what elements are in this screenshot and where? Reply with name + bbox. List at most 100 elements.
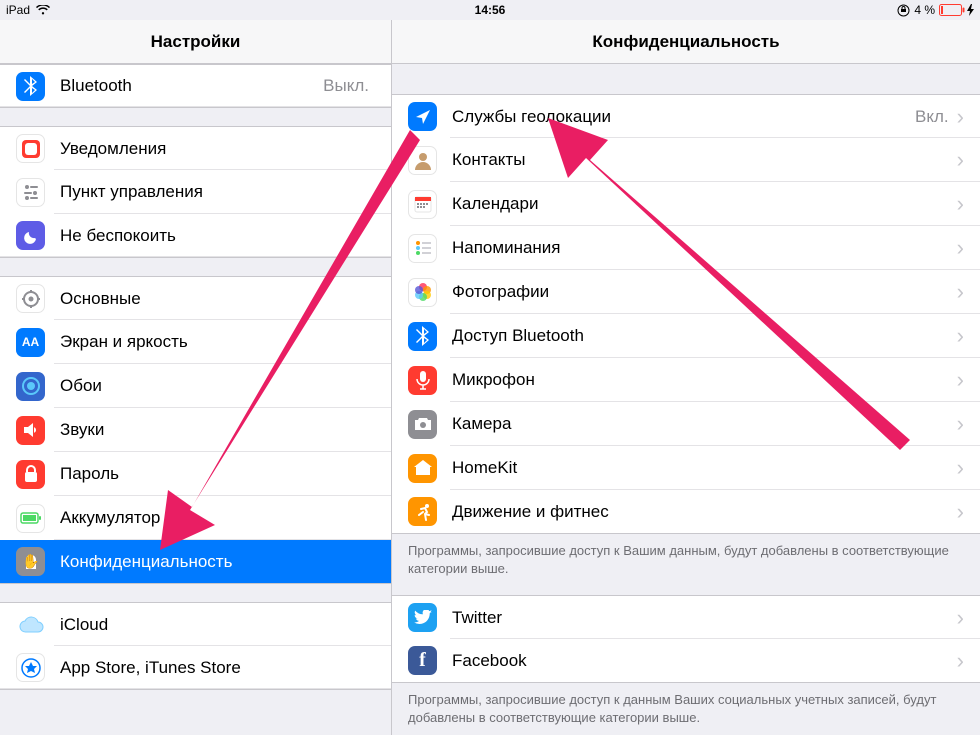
- sidebar-item-sounds[interactable]: Звуки: [0, 408, 391, 452]
- passcode-icon: [16, 460, 45, 489]
- sidebar-item-control-center[interactable]: Пункт управления: [0, 170, 391, 214]
- sidebar-item-appstore[interactable]: App Store, iTunes Store: [0, 646, 391, 690]
- row-value: Вкл.: [915, 107, 949, 127]
- row-label: Не беспокоить: [60, 226, 375, 246]
- settings-sidebar: Настройки Bluetooth Выкл. Уведомления Пу…: [0, 20, 392, 735]
- sidebar-item-icloud[interactable]: iCloud: [0, 602, 391, 646]
- detail-item-camera[interactable]: Камера ›: [392, 402, 980, 446]
- battery-icon: [16, 504, 45, 533]
- camera-icon: [408, 410, 437, 439]
- chevron-right-icon: ›: [957, 325, 964, 347]
- sidebar-item-display[interactable]: AA Экран и яркость: [0, 320, 391, 364]
- chevron-right-icon: ›: [957, 369, 964, 391]
- detail-item-calendars[interactable]: Календари ›: [392, 182, 980, 226]
- chevron-right-icon: ›: [957, 106, 964, 128]
- group-footer: Программы, запросившие доступ к Вашим да…: [392, 534, 980, 577]
- sidebar-item-privacy[interactable]: ✋ Конфиденциальность: [0, 540, 391, 584]
- chevron-right-icon: ›: [957, 193, 964, 215]
- chevron-right-icon: ›: [957, 457, 964, 479]
- sidebar-item-wallpaper[interactable]: Обои: [0, 364, 391, 408]
- detail-title: Конфиденциальность: [592, 32, 779, 52]
- row-label: Twitter: [452, 608, 957, 628]
- detail-nav: Конфиденциальность: [392, 20, 980, 64]
- chevron-right-icon: ›: [957, 607, 964, 629]
- chevron-right-icon: ›: [957, 501, 964, 523]
- sidebar-item-passcode[interactable]: Пароль: [0, 452, 391, 496]
- row-label: Движение и фитнес: [452, 502, 957, 522]
- detail-item-homekit[interactable]: HomeKit ›: [392, 446, 980, 490]
- twitter-icon: [408, 603, 437, 632]
- row-label: Микрофон: [452, 370, 957, 390]
- sidebar-item-battery[interactable]: Аккумулятор: [0, 496, 391, 540]
- facebook-icon: f: [408, 646, 437, 675]
- sidebar-item-dnd[interactable]: Не беспокоить: [0, 214, 391, 258]
- row-label: HomeKit: [452, 458, 957, 478]
- row-label: Пароль: [60, 464, 375, 484]
- sidebar-item-notifications[interactable]: Уведомления: [0, 126, 391, 170]
- row-label: Звуки: [60, 420, 375, 440]
- row-label: Камера: [452, 414, 957, 434]
- svg-text:✋: ✋: [22, 553, 39, 569]
- reminders-icon: [408, 234, 437, 263]
- row-label: iCloud: [60, 615, 375, 635]
- detail-item-photos[interactable]: Фотографии ›: [392, 270, 980, 314]
- location-icon: [408, 102, 437, 131]
- motion-icon: [408, 497, 437, 526]
- detail-item-facebook[interactable]: f Facebook ›: [392, 639, 980, 683]
- row-label: Аккумулятор: [60, 508, 375, 528]
- row-label: Экран и яркость: [60, 332, 375, 352]
- sidebar-title: Настройки: [151, 32, 241, 52]
- detail-item-bt-sharing[interactable]: Доступ Bluetooth ›: [392, 314, 980, 358]
- wifi-icon: [36, 5, 50, 15]
- detail-item-reminders[interactable]: Напоминания ›: [392, 226, 980, 270]
- chevron-right-icon: ›: [957, 281, 964, 303]
- row-label: Доступ Bluetooth: [452, 326, 957, 346]
- row-label: Bluetooth: [60, 76, 323, 96]
- detail-pane: Конфиденциальность Службы геолокации Вкл…: [392, 20, 980, 735]
- photos-icon: [408, 278, 437, 307]
- detail-item-microphone[interactable]: Микрофон ›: [392, 358, 980, 402]
- detail-item-twitter[interactable]: Twitter ›: [392, 595, 980, 639]
- display-icon: AA: [16, 328, 45, 357]
- sounds-icon: [16, 416, 45, 445]
- bluetooth-icon: [16, 72, 45, 101]
- contacts-icon: [408, 146, 437, 175]
- row-label: Службы геолокации: [452, 107, 915, 127]
- sidebar-item-general[interactable]: Основные: [0, 276, 391, 320]
- homekit-icon: [408, 454, 437, 483]
- row-label: Напоминания: [452, 238, 957, 258]
- chevron-right-icon: ›: [957, 413, 964, 435]
- sidebar-nav: Настройки: [0, 20, 391, 64]
- general-icon: [16, 284, 45, 313]
- status-bar: iPad 14:56 4 %: [0, 0, 980, 20]
- row-label: Конфиденциальность: [60, 552, 375, 572]
- detail-item-contacts[interactable]: Контакты ›: [392, 138, 980, 182]
- row-label: Контакты: [452, 150, 957, 170]
- icloud-icon: [16, 610, 45, 639]
- row-label: Фотографии: [452, 282, 957, 302]
- row-value: Выкл.: [323, 76, 369, 96]
- row-label: Пункт управления: [60, 182, 375, 202]
- detail-item-location[interactable]: Службы геолокации Вкл. ›: [392, 94, 980, 138]
- appstore-icon: [16, 653, 45, 682]
- chevron-right-icon: ›: [957, 237, 964, 259]
- detail-item-motion[interactable]: Движение и фитнес ›: [392, 490, 980, 534]
- battery-icon: [939, 4, 974, 16]
- privacy-icon: ✋: [16, 547, 45, 576]
- group-footer: Программы, запросившие доступ к данным В…: [392, 683, 980, 726]
- battery-percent: 4 %: [914, 3, 935, 17]
- control-center-icon: [16, 178, 45, 207]
- notifications-icon: [16, 134, 45, 163]
- microphone-icon: [408, 366, 437, 395]
- row-label: Уведомления: [60, 139, 375, 159]
- orientation-lock-icon: [897, 4, 910, 17]
- chevron-right-icon: ›: [957, 650, 964, 672]
- wallpaper-icon: [16, 372, 45, 401]
- bluetooth-share-icon: [408, 322, 437, 351]
- row-label: Facebook: [452, 651, 957, 671]
- device-name: iPad: [6, 3, 30, 17]
- chevron-right-icon: ›: [957, 149, 964, 171]
- row-label: App Store, iTunes Store: [60, 658, 375, 678]
- sidebar-item-bluetooth[interactable]: Bluetooth Выкл.: [0, 64, 391, 108]
- calendar-icon: [408, 190, 437, 219]
